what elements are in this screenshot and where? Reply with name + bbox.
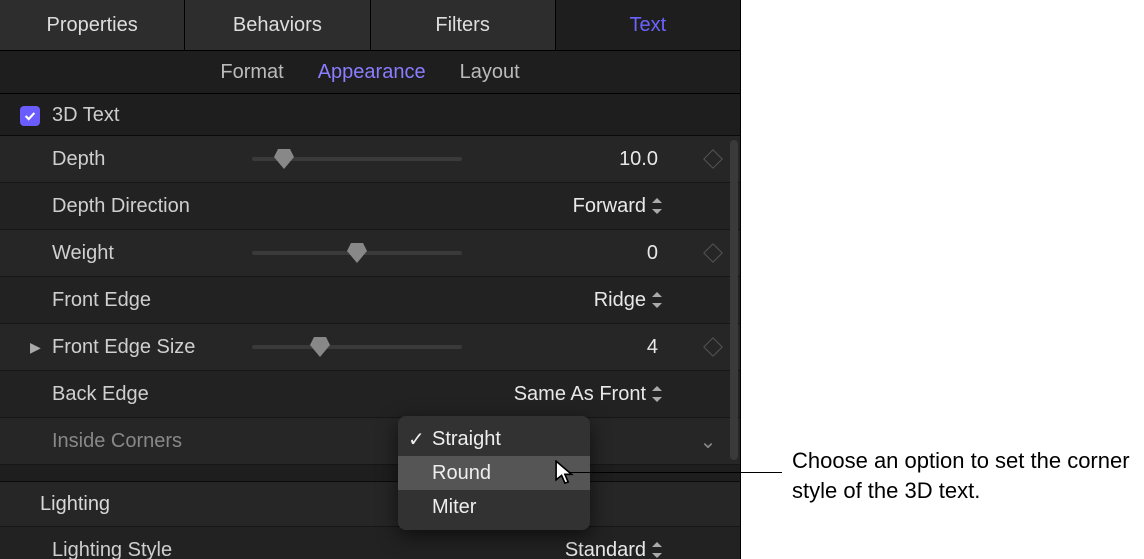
menu-item-label: Miter (432, 496, 476, 519)
dropdown-back-edge[interactable]: Same As Front (252, 383, 666, 406)
keyframe-weight[interactable] (703, 243, 723, 263)
label-inside-corners: Inside Corners (52, 430, 252, 453)
label-depth-direction: Depth Direction (52, 195, 252, 218)
dropdown-depth-direction[interactable]: Forward (252, 195, 666, 218)
value-back-edge: Same As Front (514, 383, 646, 406)
updown-icon (652, 198, 662, 214)
label-lighting-section: Lighting (40, 493, 110, 516)
row-3d-text: 3D Text (0, 94, 740, 136)
label-lighting-style: Lighting Style (52, 539, 252, 559)
label-front-edge-size: Front Edge Size (52, 336, 252, 359)
label-back-edge: Back Edge (52, 383, 252, 406)
row-depth: Depth 10.0 (0, 136, 740, 183)
slider-front-edge-size[interactable] (252, 345, 462, 349)
updown-icon (652, 292, 662, 308)
text-subtabs: Format Appearance Layout (0, 51, 740, 94)
menu-item-label: Straight (432, 428, 501, 451)
mouse-cursor-icon (555, 460, 577, 486)
inspector-tabs: Properties Behaviors Filters Text (0, 0, 740, 51)
keyframe-depth[interactable] (703, 149, 723, 169)
row-weight: Weight 0 (0, 230, 740, 277)
value-lighting-style: Standard (565, 539, 646, 559)
callout-text: Choose an option to set the corner style… (792, 446, 1132, 505)
value-front-edge-size[interactable]: 4 (482, 336, 666, 359)
row-inside-corners: Inside Corners ⌄ (0, 418, 740, 465)
checkbox-3d-text[interactable] (20, 106, 40, 126)
callout-leader-line (556, 472, 782, 473)
chevron-down-icon[interactable]: ⌄ (696, 429, 720, 454)
tab-text[interactable]: Text (556, 0, 740, 50)
keyframe-front-edge-size[interactable] (703, 337, 723, 357)
checkmark-icon: ✓ (408, 427, 425, 452)
row-front-edge-size: ▶ Front Edge Size 4 (0, 324, 740, 371)
dropdown-lighting-style[interactable]: Standard (252, 539, 666, 559)
label-3d-text: 3D Text (52, 104, 119, 127)
value-depth-direction: Forward (573, 195, 646, 218)
section-lighting-header: Lighting (0, 482, 740, 527)
dropdown-front-edge[interactable]: Ridge (252, 289, 666, 312)
label-front-edge: Front Edge (52, 289, 252, 312)
menu-item-label: Round (432, 462, 491, 485)
slider-weight[interactable] (252, 251, 462, 255)
value-weight[interactable]: 0 (482, 242, 666, 265)
vertical-scrollbar[interactable] (730, 140, 738, 460)
parameter-rows: Depth 10.0 Depth Direction Forward Weigh… (0, 136, 740, 559)
updown-icon (652, 386, 662, 402)
menu-item-miter[interactable]: Miter (398, 490, 590, 524)
row-back-edge: Back Edge Same As Front (0, 371, 740, 418)
tab-properties[interactable]: Properties (0, 0, 185, 50)
row-front-edge: Front Edge Ridge (0, 277, 740, 324)
subtab-format[interactable]: Format (220, 61, 283, 84)
label-weight: Weight (52, 242, 252, 265)
section-gap (0, 465, 740, 482)
inspector-panel: Properties Behaviors Filters Text Format… (0, 0, 741, 559)
tab-filters[interactable]: Filters (371, 0, 556, 50)
disclosure-triangle-icon[interactable]: ▶ (30, 339, 41, 356)
slider-depth[interactable] (252, 157, 462, 161)
menu-item-straight[interactable]: ✓ Straight (398, 422, 590, 456)
value-front-edge: Ridge (594, 289, 646, 312)
subtab-appearance[interactable]: Appearance (318, 61, 426, 84)
row-depth-direction: Depth Direction Forward (0, 183, 740, 230)
subtab-layout[interactable]: Layout (460, 61, 520, 84)
updown-icon (652, 542, 662, 558)
label-depth: Depth (52, 148, 252, 171)
row-lighting-style: Lighting Style Standard (0, 527, 740, 559)
value-depth[interactable]: 10.0 (482, 148, 666, 171)
tab-behaviors[interactable]: Behaviors (185, 0, 370, 50)
